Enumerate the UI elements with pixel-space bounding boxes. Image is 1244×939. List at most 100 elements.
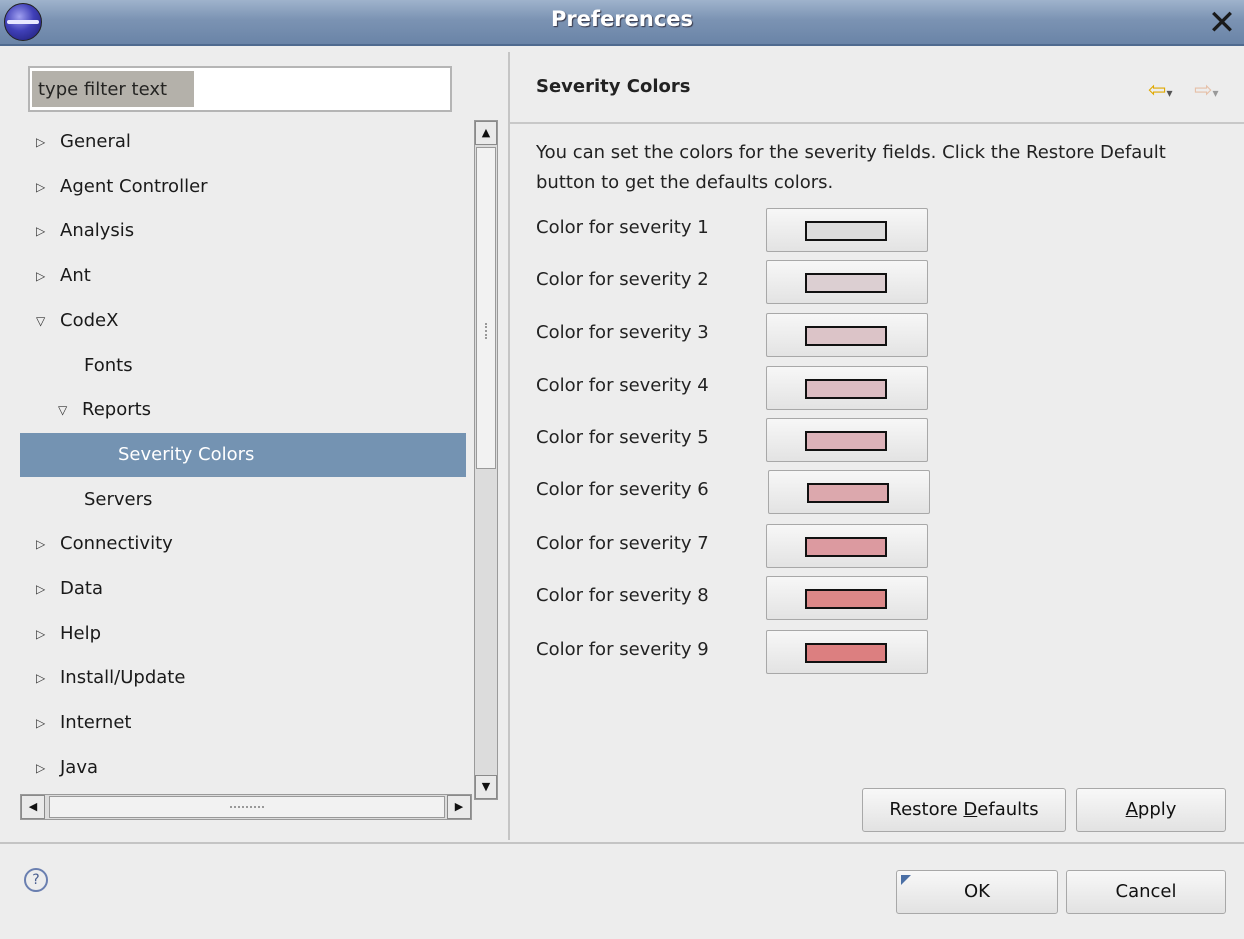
severity-label: Color for severity 9 <box>536 639 709 660</box>
expand-open-icon[interactable]: ▽ <box>36 299 52 343</box>
tree-item[interactable]: ▷ Analysis <box>20 209 466 253</box>
expand-closed-icon[interactable]: ▷ <box>36 656 52 700</box>
tree-item[interactable]: ▷ Java <box>20 746 466 790</box>
tree-item-label: Ant <box>60 265 91 287</box>
close-button[interactable]: ✕ <box>1204 6 1240 42</box>
apply-mnemonic: A <box>1125 799 1138 820</box>
tree-item-label: Help <box>60 622 102 644</box>
scroll-left-icon[interactable]: ◀ <box>21 795 45 819</box>
tree-item[interactable]: ▽ Reports <box>20 388 466 432</box>
severity-color-button[interactable] <box>766 418 928 462</box>
tree-item[interactable]: ▷ Data <box>20 567 466 611</box>
restore-defaults-mnemonic: D <box>963 799 978 820</box>
tree-item[interactable]: ▷ Internet <box>20 701 466 745</box>
severity-color-button[interactable] <box>766 260 928 304</box>
severity-label: Color for severity 6 <box>536 479 709 500</box>
tree-item-label: General <box>60 131 131 152</box>
cancel-button[interactable]: Cancel <box>1066 870 1226 914</box>
cancel-label: Cancel <box>1115 881 1177 902</box>
tree-item[interactable]: ▷ Install/Update <box>20 656 466 700</box>
tree-list: ▷ General ▷ Agent Controller ▷ Analysis ▷ Ant ▽ C… <box>20 120 466 794</box>
grip-icon <box>485 323 489 339</box>
color-swatch <box>805 221 887 241</box>
back-arrow-icon[interactable]: ⇦▾ <box>1148 80 1172 102</box>
tree-item[interactable]: ▷ General <box>20 120 466 164</box>
tree-item-label: Analysis <box>60 220 135 242</box>
tree-item-label: Java <box>60 756 99 778</box>
expand-closed-icon[interactable]: ▷ <box>36 120 52 164</box>
tree-item-label: Fonts <box>84 354 133 376</box>
tree-item[interactable]: Servers <box>20 478 466 522</box>
ok-button[interactable]: OK <box>896 870 1058 914</box>
apply-button[interactable]: Apply <box>1076 788 1226 832</box>
help-icon[interactable]: ? <box>24 868 48 892</box>
severity-color-button[interactable] <box>766 630 928 674</box>
tree-item[interactable]: ▷ Connectivity <box>20 522 466 566</box>
severity-color-button[interactable] <box>766 366 928 410</box>
scroll-down-icon[interactable]: ▼ <box>475 775 497 799</box>
tree-item-label: Internet <box>60 712 132 734</box>
grip-icon <box>230 806 264 810</box>
expand-closed-icon[interactable]: ▷ <box>36 165 52 209</box>
color-swatch <box>807 483 889 503</box>
severity-label: Color for severity 2 <box>536 269 709 290</box>
expand-closed-icon[interactable]: ▷ <box>36 612 52 656</box>
color-swatch <box>805 326 887 346</box>
expand-closed-icon[interactable]: ▷ <box>36 746 52 790</box>
tree-item[interactable]: ▷ Agent Controller <box>20 165 466 209</box>
tree-item-label: Data <box>60 578 103 599</box>
tree-item[interactable]: ▷ Ant <box>20 254 466 298</box>
restore-defaults-label-after: efaults <box>977 799 1039 820</box>
page-header: Severity Colors ⇦▾ ⇨▾ <box>510 52 1244 124</box>
expand-open-icon[interactable]: ▽ <box>58 388 74 432</box>
preference-tree: ▷ General ▷ Agent Controller ▷ Analysis ▷ Ant ▽ C… <box>20 120 472 820</box>
forward-arrow-icon[interactable]: ⇨▾ <box>1194 80 1218 102</box>
color-swatch <box>805 273 887 293</box>
tree-item-label: Agent Controller <box>60 175 208 197</box>
expand-closed-icon[interactable]: ▷ <box>36 254 52 298</box>
filter-input[interactable] <box>28 66 452 112</box>
severity-color-button[interactable] <box>766 208 928 252</box>
footer-separator <box>0 842 1244 844</box>
tree-item[interactable]: Severity Colors <box>20 432 466 477</box>
severity-color-button[interactable] <box>766 313 928 357</box>
expand-closed-icon[interactable]: ▷ <box>36 209 52 253</box>
color-swatch <box>805 537 887 557</box>
vertical-scroll-thumb[interactable] <box>476 147 496 469</box>
tree-item-label: Install/Update <box>60 667 186 689</box>
severity-row: Color for severity 2 <box>536 260 956 304</box>
severity-row: Color for severity 7 <box>536 524 956 568</box>
panel-divider[interactable] <box>508 52 510 840</box>
tree-item[interactable]: ▷ Help <box>20 612 466 656</box>
color-swatch <box>805 431 887 451</box>
tree-vertical-scrollbar[interactable]: ▲ ▼ <box>474 120 498 800</box>
tree-item-label: Connectivity <box>60 533 173 555</box>
severity-color-button[interactable] <box>768 470 930 514</box>
severity-label: Color for severity 3 <box>536 322 709 343</box>
severity-label: Color for severity 8 <box>536 585 709 606</box>
severity-row: Color for severity 6 <box>536 470 956 514</box>
scroll-right-icon[interactable]: ▶ <box>447 795 471 819</box>
title-bar: Preferences ✕ <box>0 0 1244 46</box>
severity-label: Color for severity 1 <box>536 217 709 238</box>
horizontal-scroll-thumb[interactable] <box>49 796 445 818</box>
tree-item-label: Severity Colors <box>118 443 255 465</box>
default-button-marker-icon <box>901 875 911 885</box>
expand-closed-icon[interactable]: ▷ <box>36 567 52 611</box>
severity-label: Color for severity 4 <box>536 375 709 396</box>
page-title: Severity Colors <box>536 76 691 97</box>
scroll-up-icon[interactable]: ▲ <box>475 121 497 145</box>
severity-row: Color for severity 4 <box>536 366 956 410</box>
severity-color-button[interactable] <box>766 524 928 568</box>
severity-row: Color for severity 1 <box>536 208 956 252</box>
tree-item[interactable]: ▽ CodeX <box>20 299 466 343</box>
severity-row: Color for severity 5 <box>536 418 956 462</box>
expand-closed-icon[interactable]: ▷ <box>36 522 52 566</box>
tree-item[interactable]: Fonts <box>20 344 466 388</box>
tree-horizontal-scrollbar[interactable]: ◀ ▶ <box>20 794 472 820</box>
restore-defaults-button[interactable]: Restore Defaults <box>862 788 1066 832</box>
ok-label: OK <box>964 881 990 902</box>
tree-item-label: Reports <box>82 399 152 421</box>
expand-closed-icon[interactable]: ▷ <box>36 701 52 745</box>
severity-color-button[interactable] <box>766 576 928 620</box>
